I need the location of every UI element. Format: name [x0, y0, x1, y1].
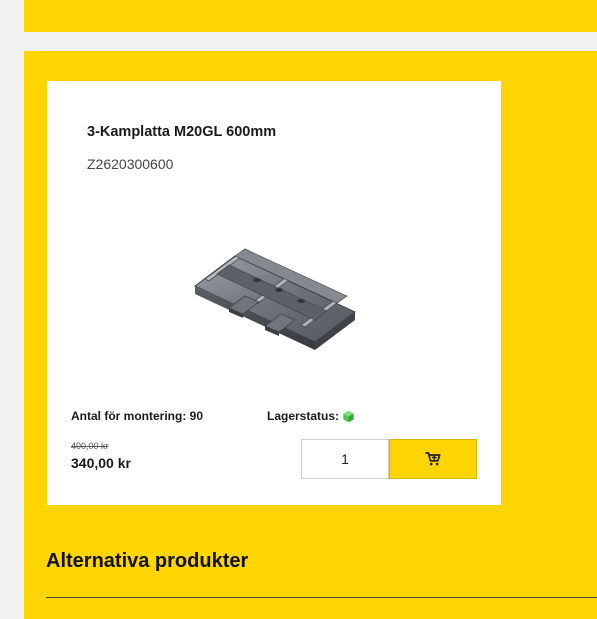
mount-count-label: Antal för montering: 90	[71, 409, 204, 423]
top-yellow-band	[24, 0, 597, 32]
product-title[interactable]: 3-Kamplatta M20GL 600mm	[87, 124, 276, 140]
section-divider	[46, 597, 597, 598]
green-cube-icon	[343, 410, 354, 422]
track-plate-image[interactable]	[187, 226, 367, 354]
product-panel: 3-Kamplatta M20GL 600mm Z2620300600 Anta…	[24, 51, 597, 619]
cart-plus-icon	[425, 452, 441, 466]
alternative-products-heading: Alternativa produkter	[46, 550, 249, 572]
stock-status: Lagerstatus:	[267, 408, 355, 424]
current-price: 340,00 kr	[71, 455, 131, 471]
stock-status-label: Lagerstatus:	[267, 409, 340, 423]
quantity-input[interactable]	[301, 439, 389, 479]
product-card[interactable]: 3-Kamplatta M20GL 600mm Z2620300600 Anta…	[47, 81, 501, 505]
product-sku: Z2620300600	[87, 156, 174, 172]
old-price: 400,00 kr	[71, 441, 109, 451]
add-to-cart-button[interactable]	[389, 439, 477, 479]
